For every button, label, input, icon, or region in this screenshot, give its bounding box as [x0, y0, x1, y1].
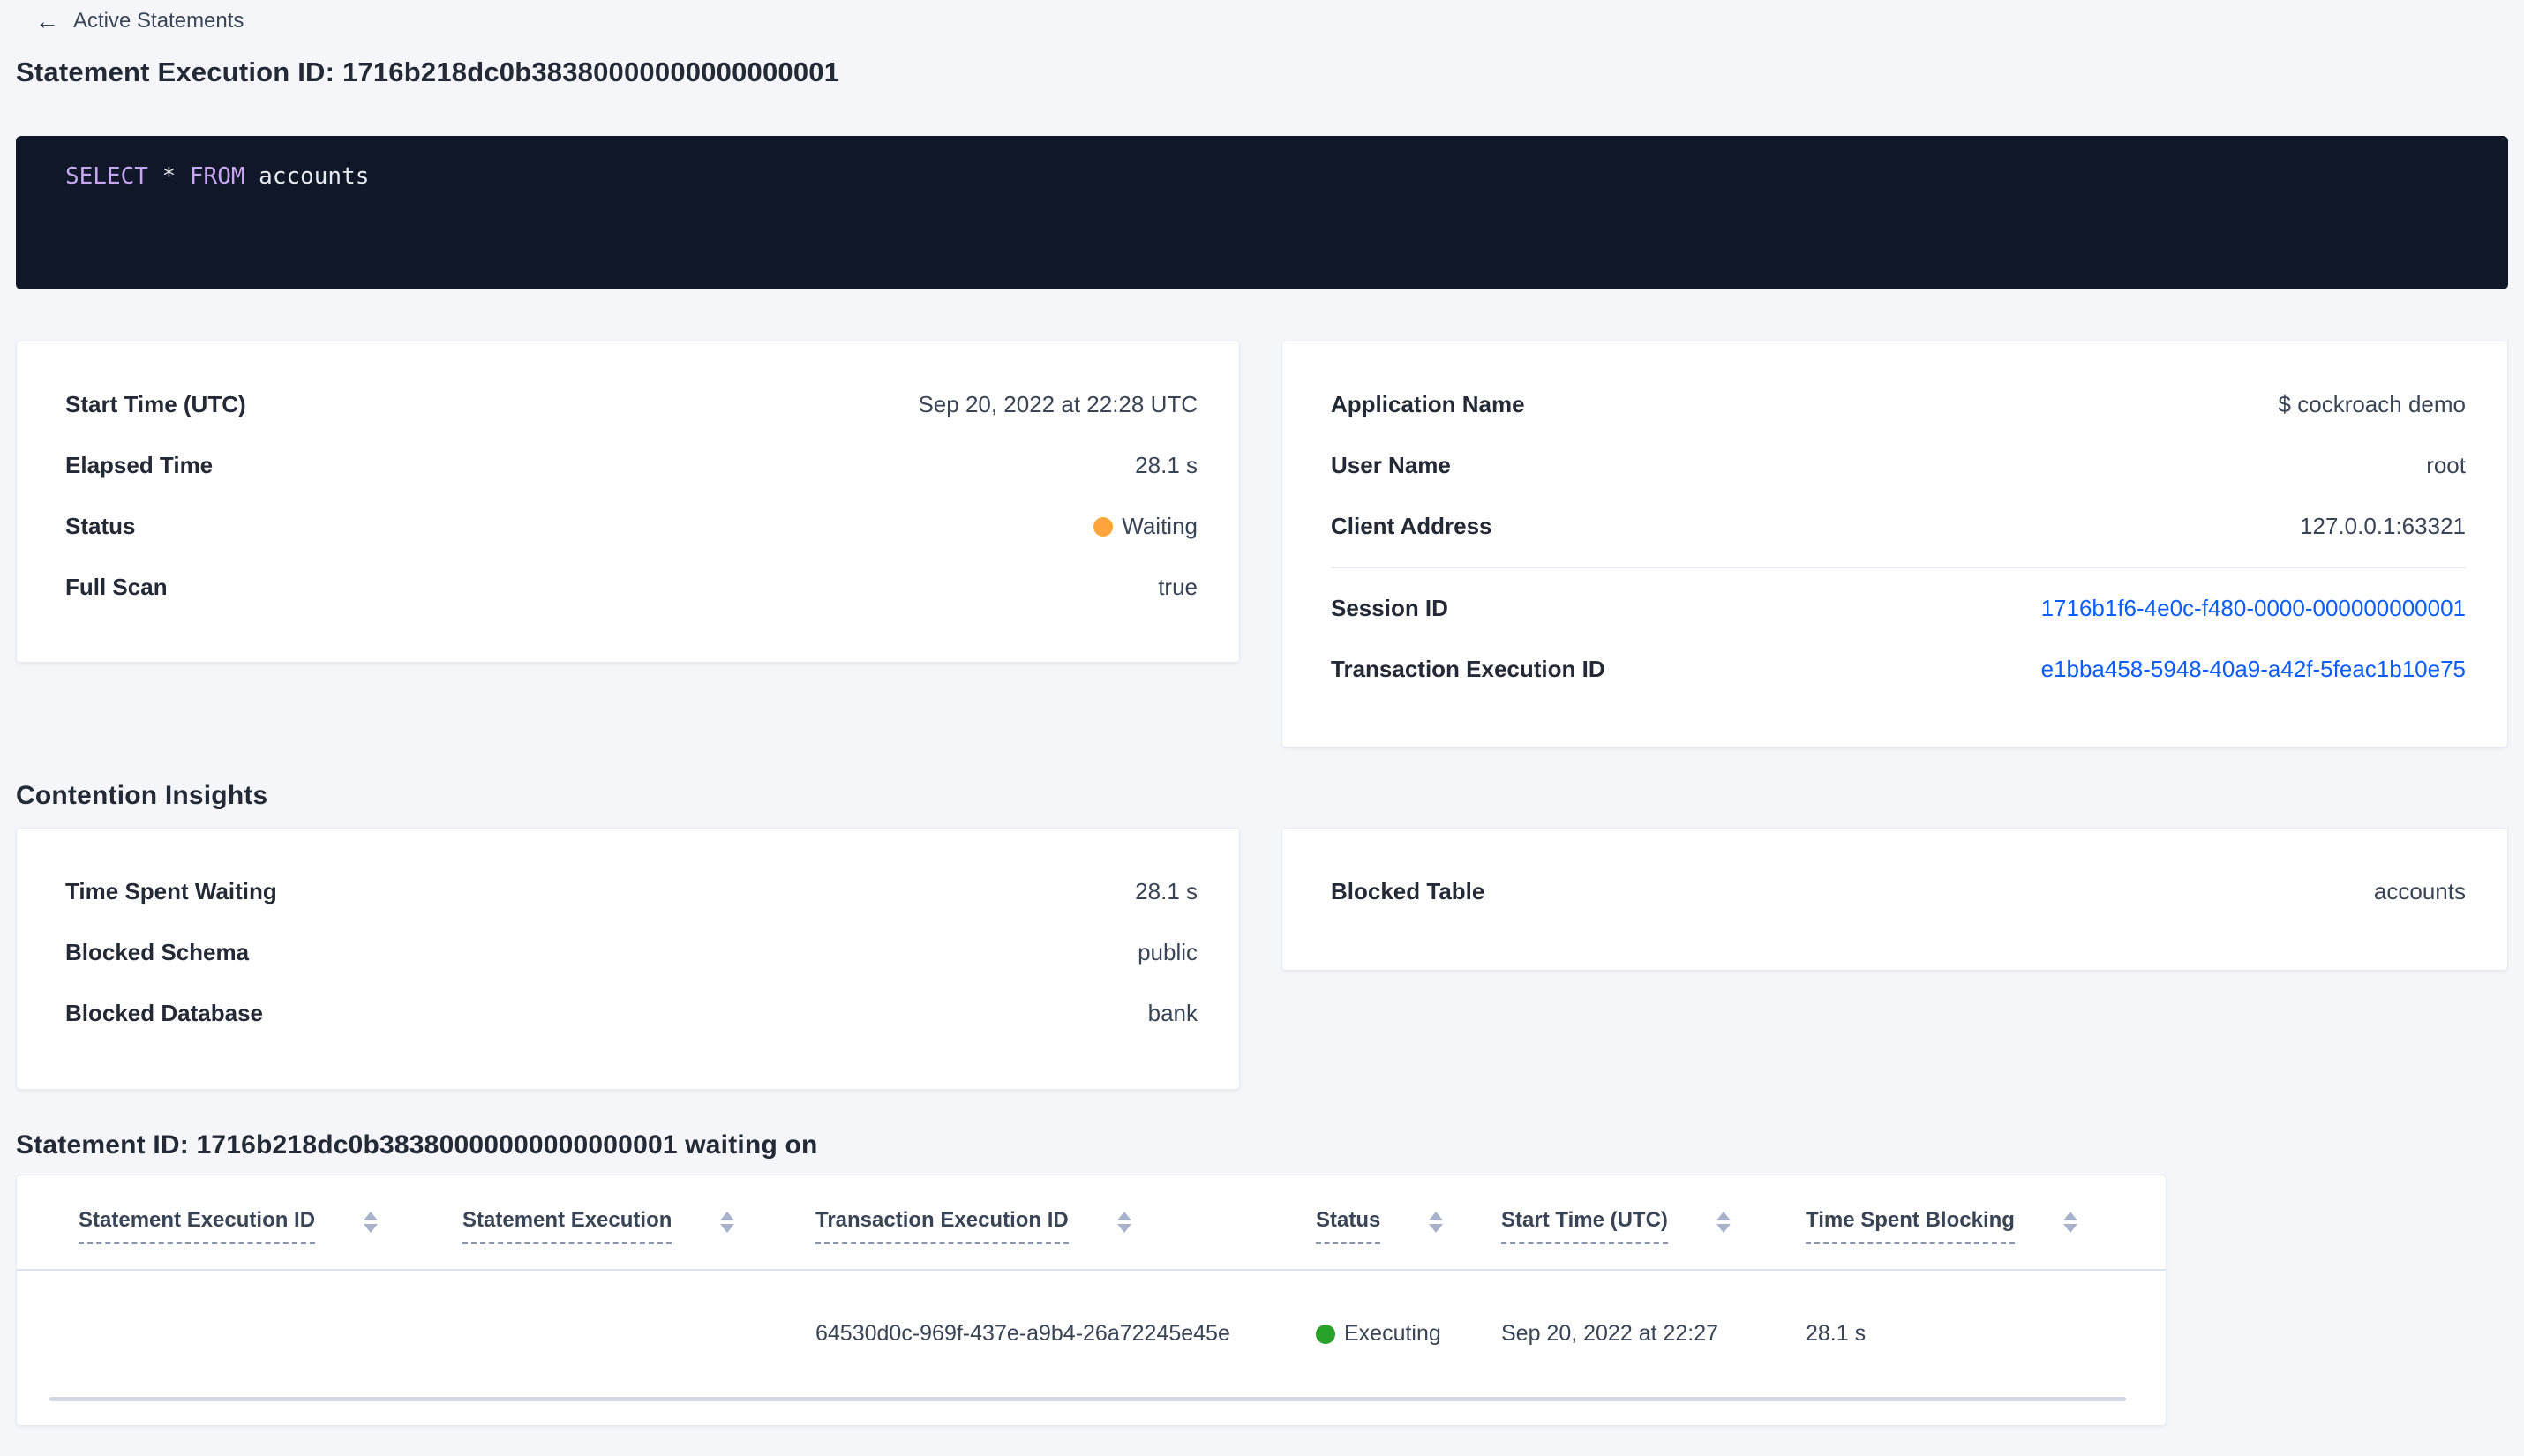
card-divider [1331, 567, 2466, 568]
column-label: Start Time (UTC) [1501, 1208, 1668, 1244]
client-address-value: 127.0.0.1:63321 [2300, 513, 2466, 539]
column-header-status[interactable]: Status [1316, 1208, 1501, 1244]
blocked-table-row: Blocked Table accounts [1331, 861, 2466, 922]
contention-cards-row: Time Spent Waiting 28.1 s Blocked Schema… [16, 828, 2508, 1090]
session-details-card: Application Name $ cockroach demo User N… [1281, 341, 2508, 747]
sort-arrows-icon[interactable] [720, 1212, 735, 1233]
waiting-on-heading: Statement ID: 1716b218dc0b38380000000000… [16, 1130, 818, 1160]
transaction-execution-id-link[interactable]: e1bba458-5948-40a9-a42f-5feac1b10e75 [2041, 656, 2466, 683]
executing-status-dot-icon [1316, 1324, 1335, 1344]
client-address-row: Client Address 127.0.0.1:63321 [1331, 496, 2466, 557]
elapsed-time-label: Elapsed Time [65, 452, 214, 478]
column-header-transaction-execution-id[interactable]: Transaction Execution ID [815, 1208, 1316, 1244]
user-name-label: User Name [1331, 452, 1451, 478]
start-time-value: Sep 20, 2022 at 22:28 UTC [918, 391, 1198, 417]
waiting-statements-table-card: Statement Execution ID Statement Executi… [16, 1175, 2167, 1426]
application-name-value: $ cockroach demo [2278, 391, 2466, 417]
column-header-start-time[interactable]: Start Time (UTC) [1501, 1208, 1806, 1244]
sort-arrows-icon[interactable] [1429, 1212, 1444, 1233]
column-label: Statement Execution [462, 1208, 672, 1244]
cell-status: Executing [1316, 1321, 1501, 1347]
full-scan-value: true [1158, 574, 1198, 600]
elapsed-time-value: 28.1 s [1135, 452, 1198, 478]
session-id-link[interactable]: 1716b1f6-4e0c-f480-0000-000000000001 [2041, 595, 2466, 622]
blocked-schema-row: Blocked Schema public [65, 922, 1198, 983]
page: ← Active Statements Statement Execution … [0, 0, 2524, 1426]
column-header-statement-execution[interactable]: Statement Execution [462, 1208, 815, 1244]
sql-statement: SELECT * FROM accounts [65, 163, 369, 190]
table-bottom-scrollbar[interactable] [49, 1397, 2126, 1401]
column-label: Transaction Execution ID [815, 1208, 1069, 1244]
cell-start-time: Sep 20, 2022 at 22:27 [1501, 1321, 1719, 1346]
cell-time-spent-blocking: 28.1 s [1806, 1321, 1867, 1346]
column-label: Statement Execution ID [79, 1208, 316, 1244]
contention-insights-heading: Contention Insights [16, 781, 268, 810]
blocked-table-label: Blocked Table [1331, 878, 1485, 904]
full-scan-label: Full Scan [65, 574, 168, 600]
status-label: Status [65, 513, 136, 539]
status-text: Executing [1344, 1321, 1441, 1346]
column-label: Time Spent Blocking [1806, 1208, 2015, 1244]
page-title: Statement Execution ID: 1716b218dc0b3838… [16, 56, 840, 87]
sql-keyword: FROM [189, 163, 245, 190]
sql-statement-box: SELECT * FROM accounts [16, 136, 2508, 289]
user-name-row: User Name root [1331, 435, 2466, 496]
details-cards-row: Start Time (UTC) Sep 20, 2022 at 22:28 U… [16, 341, 2508, 747]
sql-text: accounts [244, 163, 370, 190]
sort-arrows-icon[interactable] [1716, 1212, 1731, 1233]
column-header-statement-execution-id[interactable]: Statement Execution ID [79, 1208, 462, 1244]
sql-text: * [147, 163, 190, 190]
time-spent-waiting-value: 28.1 s [1135, 878, 1198, 904]
contention-details-card: Time Spent Waiting 28.1 s Blocked Schema… [16, 828, 1240, 1090]
sort-arrows-icon[interactable] [2062, 1212, 2077, 1233]
column-header-time-spent-blocking[interactable]: Time Spent Blocking [1806, 1208, 2126, 1244]
blocked-database-label: Blocked Database [65, 1000, 263, 1026]
start-time-row: Start Time (UTC) Sep 20, 2022 at 22:28 U… [65, 374, 1198, 435]
back-arrow-icon: ← [35, 7, 59, 34]
blocked-schema-label: Blocked Schema [65, 939, 250, 965]
column-label: Status [1316, 1208, 1381, 1244]
transaction-execution-id-row: Transaction Execution ID e1bba458-5948-4… [1331, 639, 2466, 700]
user-name-value: root [2426, 452, 2466, 478]
blocked-table-card: Blocked Table accounts [1281, 828, 2508, 971]
start-time-label: Start Time (UTC) [65, 391, 246, 417]
back-link[interactable]: ← Active Statements [35, 9, 244, 34]
sort-arrows-icon[interactable] [1116, 1212, 1131, 1233]
elapsed-time-row: Elapsed Time 28.1 s [65, 435, 1198, 496]
sort-arrows-icon[interactable] [364, 1212, 379, 1233]
status-text: Waiting [1122, 513, 1198, 539]
back-link-label: Active Statements [73, 9, 244, 33]
table-row: 64530d0c-969f-437e-a9b4-26a72245e45e Exe… [79, 1271, 2126, 1397]
session-id-row: Session ID 1716b1f6-4e0c-f480-0000-00000… [1331, 578, 2466, 639]
blocked-table-value: accounts [2373, 878, 2466, 904]
blocked-database-row: Blocked Database bank [65, 983, 1198, 1044]
sql-keyword: SELECT [65, 163, 148, 190]
status-value: Waiting [1093, 513, 1198, 540]
blocked-database-value: bank [1147, 1000, 1198, 1026]
application-name-label: Application Name [1331, 391, 1525, 417]
time-spent-waiting-row: Time Spent Waiting 28.1 s [65, 861, 1198, 922]
full-scan-row: Full Scan true [65, 557, 1198, 618]
transaction-execution-id-label: Transaction Execution ID [1331, 656, 1605, 682]
cell-transaction-execution-id: 64530d0c-969f-437e-a9b4-26a72245e45e [815, 1321, 1230, 1346]
client-address-label: Client Address [1331, 513, 1492, 539]
session-id-label: Session ID [1331, 595, 1448, 621]
execution-details-card: Start Time (UTC) Sep 20, 2022 at 22:28 U… [16, 341, 1240, 663]
time-spent-waiting-label: Time Spent Waiting [65, 878, 277, 904]
status-row: Status Waiting [65, 496, 1198, 557]
blocked-schema-value: public [1138, 939, 1198, 965]
waiting-table-header: Statement Execution ID Statement Executi… [79, 1175, 2126, 1269]
application-name-row: Application Name $ cockroach demo [1331, 374, 2466, 435]
waiting-status-dot-icon [1093, 516, 1114, 537]
